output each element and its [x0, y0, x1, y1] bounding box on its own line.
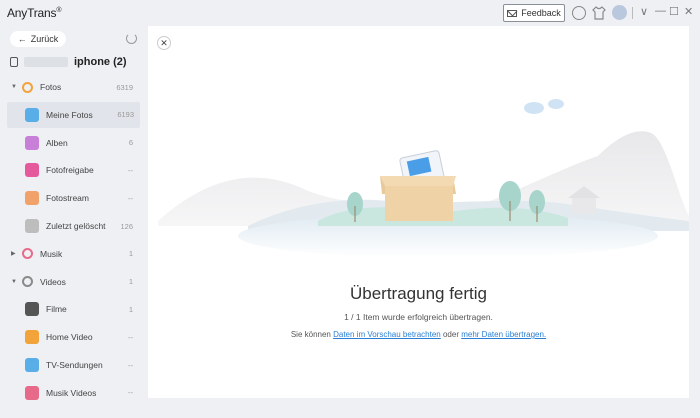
- sidebar-item-musik[interactable]: ▶ Musik 1: [0, 241, 146, 267]
- close-panel-button[interactable]: ✕: [157, 36, 171, 50]
- maximize-icon[interactable]: ☐: [669, 5, 679, 18]
- device-selector[interactable]: iphone (2): [10, 56, 127, 68]
- sidebar-item-meine-fotos[interactable]: Meine Fotos 6193: [7, 101, 140, 128]
- photostream-icon: [25, 191, 39, 206]
- sidebar-item-label: Fotofreigabe: [46, 165, 94, 176]
- chevron-down-icon[interactable]: ▼: [11, 279, 17, 285]
- sidebar: ← Zurück iphone (2) ▼ Fotos 6319 Meine Foto…: [0, 26, 146, 418]
- music-icon: [22, 248, 33, 260]
- movies-icon: [25, 302, 39, 317]
- device-name-redacted: [24, 57, 68, 67]
- photos-icon: [22, 81, 33, 93]
- sidebar-item-videos[interactable]: ▼ Videos 1: [0, 269, 146, 295]
- sidebar-item-count: 6319: [116, 82, 133, 92]
- sidebar-item-count: 1: [128, 249, 133, 259]
- sidebar-item-label: Meine Fotos: [46, 109, 93, 120]
- sidebar-item-label: Fotostream: [46, 193, 89, 204]
- sidebar-item-home-video[interactable]: Home Video --: [0, 324, 146, 350]
- sidebar-item-label: Videos: [40, 276, 66, 287]
- sidebar-item-fotofreigabe[interactable]: Fotofreigabe --: [0, 157, 146, 183]
- sidebar-item-count: --: [128, 165, 133, 175]
- preview-data-link[interactable]: Daten im Vorschau betrachten: [333, 330, 441, 339]
- user-avatar-icon[interactable]: [612, 5, 627, 20]
- trash-icon: [25, 219, 39, 233]
- sidebar-item-label: Musik Videos: [46, 387, 97, 398]
- photo-sharing-icon: [25, 163, 39, 178]
- sidebar-item-label: Alben: [46, 137, 68, 148]
- home-video-icon: [25, 330, 39, 345]
- chevron-down-icon[interactable]: ▼: [11, 84, 17, 90]
- sidebar-item-count: 1: [128, 304, 133, 314]
- sidebar-item-fotostream[interactable]: Fotostream --: [0, 185, 146, 211]
- back-button[interactable]: ← Zurück: [10, 31, 66, 47]
- sidebar-item-tv-sendungen[interactable]: TV-Sendungen --: [0, 352, 146, 378]
- sidebar-item-zuletzt-gelöscht[interactable]: Zuletzt gelöscht 126: [0, 213, 146, 239]
- sidebar-item-count: 1: [128, 277, 133, 287]
- page-title: Übertragung fertig: [349, 284, 488, 303]
- sidebar-item-alben[interactable]: Alben 6: [0, 130, 146, 156]
- videos-icon: [22, 276, 33, 288]
- refresh-icon[interactable]: [126, 33, 137, 44]
- transfer-illustration: [158, 99, 689, 258]
- cloud-icon: [524, 99, 564, 114]
- titlebar-divider: [632, 7, 633, 19]
- sidebar-item-filme[interactable]: Filme 1: [0, 296, 146, 322]
- next-actions-hint: Sie können Daten im Vorschau betrachten …: [290, 330, 547, 339]
- sidebar-item-count: --: [128, 332, 133, 342]
- sidebar-item-label: TV-Sendungen: [46, 360, 103, 370]
- sidebar-item-count: --: [128, 360, 133, 370]
- feedback-button[interactable]: Feedback: [503, 4, 565, 22]
- transfer-more-link[interactable]: mehr Daten übertragen.: [461, 330, 546, 339]
- skin-icon[interactable]: [592, 6, 606, 20]
- chevron-right-icon[interactable]: ▶: [11, 250, 16, 257]
- sidebar-item-count: --: [128, 388, 133, 398]
- sidebar-item-label: Musik: [40, 248, 63, 259]
- arrow-left-icon: ←: [17, 34, 27, 44]
- mail-icon: [507, 9, 518, 17]
- sidebar-item-label: Home Video: [46, 332, 93, 343]
- sidebar-item-label: Fotos: [40, 82, 62, 92]
- my-photos-icon: [25, 107, 39, 122]
- sidebar-item-count: 6193: [117, 110, 134, 120]
- sidebar-item-count: 126: [120, 221, 133, 231]
- phone-icon: [10, 57, 18, 67]
- sidebar-item-count: 6: [128, 138, 133, 148]
- notification-icon[interactable]: [572, 6, 586, 20]
- albums-icon: [25, 135, 39, 150]
- music-videos-icon: [25, 385, 39, 400]
- sidebar-item-count: --: [128, 193, 133, 203]
- transfer-complete-panel: ✕ Übertragung fertig 1 / 1 Item wurde er…: [148, 26, 689, 398]
- sidebar-item-musik-videos[interactable]: Musik Videos --: [0, 380, 146, 406]
- dropdown-icon[interactable]: ∨: [640, 5, 648, 18]
- title-bar: AnyTrans® Feedback ∨ — ☐ ✕: [0, 0, 700, 26]
- app-title: AnyTrans®: [7, 6, 62, 20]
- sidebar-item-fotos[interactable]: ▼ Fotos 6319: [0, 74, 146, 100]
- photo-box-icon: [380, 150, 456, 221]
- transfer-status-text: 1 / 1 Item wurde erfolgreich übertragen.: [344, 312, 493, 322]
- sidebar-item-label: Filme: [46, 304, 67, 315]
- sidebar-item-label: Zuletzt gelöscht: [46, 221, 106, 231]
- close-window-icon[interactable]: ✕: [684, 5, 693, 18]
- minimize-icon[interactable]: —: [655, 5, 666, 17]
- tv-shows-icon: [25, 358, 39, 372]
